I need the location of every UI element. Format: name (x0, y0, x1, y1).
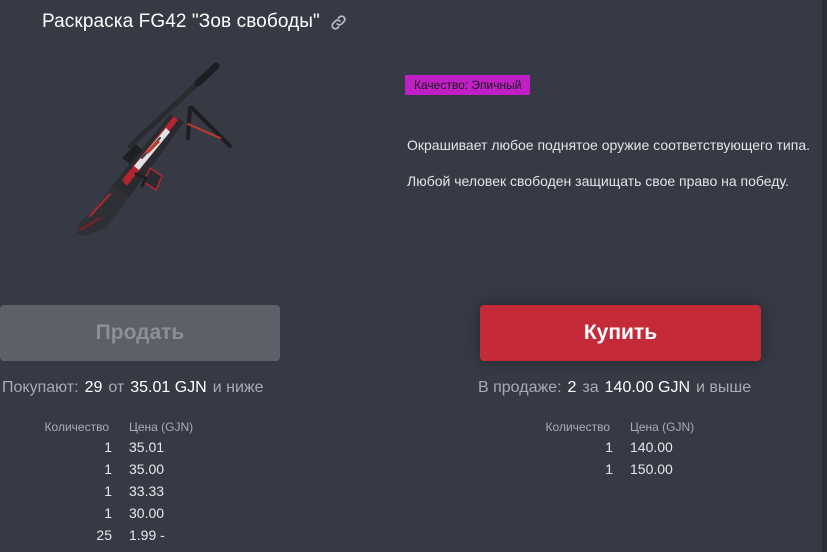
row-price: 33.33 (129, 483, 165, 499)
table-header: Количество Цена (GJN) (539, 418, 695, 436)
row-price: 1.99 - (129, 527, 165, 543)
table-header: Количество Цена (GJN) (38, 418, 194, 436)
column-header-qty: Количество (44, 420, 109, 434)
buy-orders-summary: Покупают: 29 от 35.01 GJN и ниже (2, 379, 263, 397)
description-line: Любой человек свободен защищать свое пра… (407, 173, 789, 189)
summary-count: 2 (567, 379, 577, 396)
summary-suffix: и ниже (212, 379, 264, 396)
summary-price: 140.00 GJN (604, 379, 691, 396)
row-price: 150.00 (630, 461, 673, 477)
column-header-price: Цена (GJN) (129, 420, 194, 434)
item-title: Раскраска FG42 "Зов свободы" (42, 11, 320, 32)
table-row: 1 140.00 (539, 436, 694, 458)
summary-from: от (108, 379, 125, 396)
row-price: 140.00 (630, 439, 673, 455)
description-line: Окрашивает любое поднятое оружие соответ… (407, 137, 811, 153)
item-description: Окрашивает любое поднятое оружие соответ… (407, 135, 819, 191)
table-row: 1 30.00 (38, 502, 193, 524)
row-price: 35.01 (129, 439, 165, 455)
table-row: 25 1.99 - (38, 524, 193, 546)
row-qty: 1 (605, 461, 613, 477)
sell-orders-summary: В продаже: 2 за 140.00 GJN и выше (478, 379, 751, 397)
quality-badge: Качество: Эпичный (405, 75, 531, 95)
weapon-skin-image (76, 62, 232, 236)
right-edge-strip (822, 0, 827, 552)
row-qty: 1 (104, 439, 112, 455)
table-row: 1 35.00 (38, 458, 193, 480)
row-qty: 1 (104, 461, 112, 477)
summary-prefix: Покупают: (2, 379, 79, 396)
summary-price: 35.01 GJN (130, 379, 207, 396)
row-qty: 25 (96, 527, 112, 543)
row-qty: 1 (104, 505, 112, 521)
link-icon[interactable] (330, 14, 347, 31)
row-price: 35.00 (129, 461, 165, 477)
buy-button[interactable]: Купить (480, 305, 761, 361)
summary-from: за (582, 379, 599, 396)
table-row: 1 33.33 (38, 480, 193, 502)
buy-orders-table: Количество Цена (GJN) 1 35.01 1 35.00 1 … (38, 418, 194, 546)
summary-suffix: и выше (696, 379, 752, 396)
sell-button[interactable]: Продать (0, 305, 280, 361)
column-header-qty: Количество (545, 420, 610, 434)
column-header-price: Цена (GJN) (630, 420, 695, 434)
summary-count: 29 (84, 379, 103, 396)
title-row: Раскраска FG42 "Зов свободы" (42, 9, 347, 35)
row-price: 30.00 (129, 505, 165, 521)
table-row: 1 35.01 (38, 436, 193, 458)
row-qty: 1 (605, 439, 613, 455)
sell-orders-table: Количество Цена (GJN) 1 140.00 1 150.00 (539, 418, 695, 480)
row-qty: 1 (104, 483, 112, 499)
summary-prefix: В продаже: (478, 379, 562, 396)
table-row: 1 150.00 (539, 458, 694, 480)
